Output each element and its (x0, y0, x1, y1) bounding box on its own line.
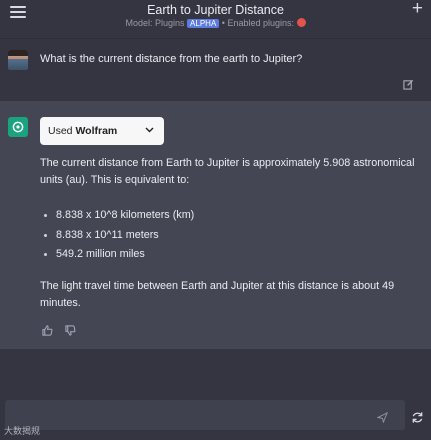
plugin-name: Wolfram (75, 125, 118, 137)
refresh-icon[interactable] (411, 411, 424, 424)
alpha-badge: ALPHA (187, 19, 220, 28)
edit-icon[interactable] (403, 79, 414, 90)
used-plugin-dropdown[interactable]: Used Wolfram (40, 117, 164, 145)
conversion-list: 8.838 x 10^8 kilometers (km) 8.838 x 10^… (44, 206, 194, 265)
model-info: Model: Plugins ALPHA • Enabled plugins: (0, 18, 431, 28)
list-item: 549.2 million miles (44, 245, 194, 265)
thumbs-up-icon[interactable] (42, 325, 53, 336)
user-message-row: What is the current distance from the ea… (0, 38, 431, 101)
assistant-message-row: Used Wolfram The current distance from E… (0, 101, 431, 349)
used-plugin-label: Used Wolfram (48, 125, 117, 137)
watermark-text: 大数揭规 (4, 426, 41, 436)
chevron-down-icon (145, 127, 154, 133)
composer-area: 大数揭规 (0, 350, 431, 440)
model-label: Model: Plugins (125, 18, 185, 28)
user-avatar (8, 50, 28, 70)
list-item: 8.838 x 10^8 kilometers (km) (44, 206, 194, 226)
openai-logo-icon (8, 117, 28, 137)
message-input[interactable] (5, 400, 405, 430)
new-chat-plus-icon[interactable]: + (412, 0, 423, 19)
send-icon[interactable] (377, 412, 388, 423)
enabled-plugins-label: • Enabled plugins: (221, 18, 294, 28)
thumbs-down-icon[interactable] (65, 325, 76, 336)
answer-conclusion: The light travel time between Earth and … (40, 280, 395, 309)
top-bar: Earth to Jupiter Distance + Model: Plugi… (0, 0, 431, 38)
plugin-icon (296, 18, 306, 27)
used-prefix: Used (48, 125, 73, 137)
conversation-title: Earth to Jupiter Distance (147, 3, 284, 17)
list-item: 8.838 x 10^11 meters (44, 226, 194, 246)
answer-intro: The current distance from Earth to Jupit… (40, 157, 415, 186)
user-message-text: What is the current distance from the ea… (40, 53, 303, 65)
